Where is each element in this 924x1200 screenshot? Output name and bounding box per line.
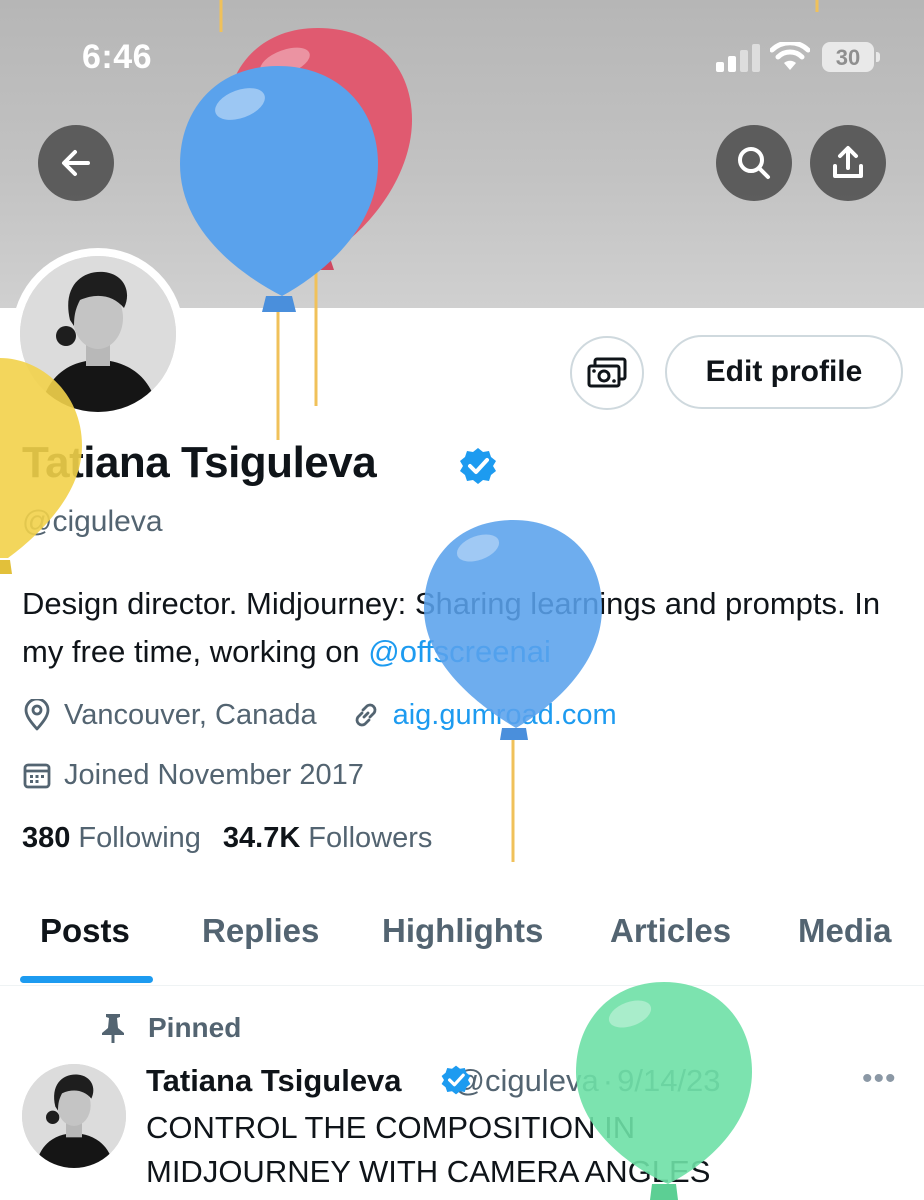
profile-website[interactable]: aig.gumroad.com <box>351 699 617 732</box>
battery-level: 30 <box>835 45 861 70</box>
calendar-icon <box>23 763 51 789</box>
arrow-left-icon <box>62 150 90 176</box>
share-button[interactable] <box>810 125 886 201</box>
follow-stats: 380 Following 34.7K Followers <box>22 822 454 855</box>
post-more-options[interactable]: ••• <box>862 1062 897 1096</box>
profile-location: Vancouver, Canada <box>64 698 317 731</box>
website-link[interactable]: aig.gumroad.com <box>393 699 617 732</box>
tab-posts[interactable]: Posts <box>40 912 130 950</box>
post-header: Tatiana Tsiguleva @ciguleva · 9/14/23 <box>146 1060 721 1102</box>
verified-badge-icon <box>460 448 496 484</box>
following-link[interactable]: 380 Following <box>22 822 201 855</box>
profile-avatar[interactable] <box>12 248 184 420</box>
followers-link[interactable]: 34.7K Followers <box>223 822 432 855</box>
profile-joined-row: Joined November 2017 <box>22 755 364 795</box>
pinned-indicator: Pinned <box>100 1012 241 1044</box>
following-count: 380 <box>22 822 71 854</box>
profile-display-name: Tatiana Tsiguleva <box>22 438 377 487</box>
profile-tabs: Posts Replies Highlights Articles Media <box>0 900 924 986</box>
followers-count: 34.7K <box>222 822 301 854</box>
tab-replies[interactable]: Replies <box>202 912 319 950</box>
battery-icon: 30 <box>822 42 880 72</box>
wifi-icon <box>770 42 810 70</box>
money-icon <box>587 357 627 388</box>
profile-handle: @ciguleva <box>22 505 163 538</box>
search-button[interactable] <box>716 125 792 201</box>
post-text: CONTROL THE COMPOSITION IN MIDJOURNEY WI… <box>146 1110 711 1189</box>
tab-articles[interactable]: Articles <box>610 912 731 950</box>
tips-button[interactable] <box>570 336 644 410</box>
tab-highlights[interactable]: Highlights <box>382 912 543 950</box>
verified-badge-icon <box>441 1065 471 1095</box>
bio-mention-link[interactable]: @offscreenai <box>368 634 551 669</box>
search-icon <box>738 147 770 179</box>
cellular-signal-icon <box>716 44 760 72</box>
profile-bio: Design director. Midjourney: Sharing lea… <box>22 580 882 676</box>
post-separator: · <box>602 1063 614 1098</box>
share-icon <box>833 146 863 178</box>
avatar-photo <box>22 1064 126 1168</box>
active-tab-indicator <box>20 976 153 983</box>
following-label: Following <box>78 822 201 854</box>
profile-joined-date: Joined November 2017 <box>64 758 364 791</box>
post-author-handle[interactable]: @ciguleva <box>454 1063 599 1099</box>
balloon-blue-middle <box>424 520 602 862</box>
location-icon <box>24 699 50 731</box>
status-bar: 6:46 30 <box>0 0 924 120</box>
post-date[interactable]: 9/14/23 <box>617 1063 720 1099</box>
tab-media[interactable]: Media <box>798 912 892 950</box>
profile-meta-row: Vancouver, Canada aig.gumroad.com <box>22 695 617 735</box>
post-author-avatar[interactable] <box>22 1064 126 1168</box>
pin-icon <box>102 1014 124 1043</box>
edit-profile-button[interactable]: Edit profile <box>665 335 903 409</box>
followers-label: Followers <box>308 822 433 854</box>
link-icon <box>355 703 376 727</box>
back-button[interactable] <box>38 125 114 201</box>
avatar-photo <box>20 256 176 412</box>
post-author-name[interactable]: Tatiana Tsiguleva <box>146 1063 402 1099</box>
pinned-label: Pinned <box>148 1012 242 1043</box>
status-time: 6:46 <box>82 38 153 76</box>
